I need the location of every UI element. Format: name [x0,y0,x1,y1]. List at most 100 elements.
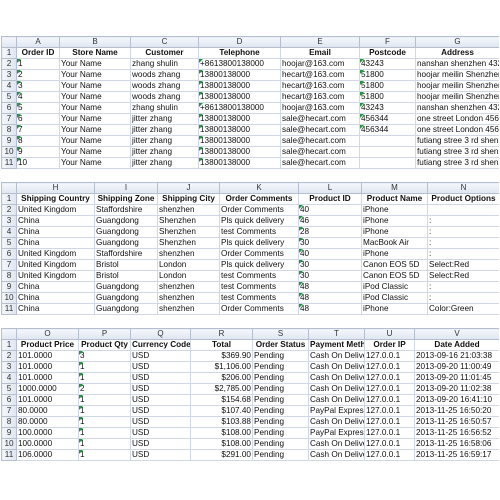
table-cell[interactable]: London [157,270,220,282]
row-number[interactable]: 2 [1,58,17,70]
table-cell[interactable]: USD [130,383,191,395]
row-number[interactable]: 2 [1,350,17,362]
row-number[interactable]: 1 [1,339,17,351]
table-cell[interactable]: Pls quick delivery [219,259,299,271]
table-cell[interactable]: 2 [78,383,131,395]
row-number[interactable]: 5 [1,237,17,249]
header-cell[interactable]: Shipping Country [16,193,95,205]
table-cell[interactable]: Your Name [59,91,131,103]
column-header-p[interactable]: P [78,328,131,340]
row-number[interactable]: 10 [1,292,17,304]
table-cell[interactable]: 2 [16,69,60,81]
table-cell[interactable]: Guangdong [94,237,158,249]
column-header-d[interactable]: D [198,36,281,48]
table-cell[interactable]: 30 [298,259,362,271]
table-cell[interactable]: Pending [252,350,309,362]
row-number[interactable]: 10 [1,438,17,450]
row-number[interactable]: 3 [1,69,17,81]
table-cell[interactable]: 48 [298,292,362,304]
table-cell[interactable]: shenzhen [157,303,220,315]
column-header-f[interactable]: F [359,36,416,48]
table-cell[interactable]: 8 [16,135,60,147]
table-cell[interactable]: 3 [78,350,131,362]
header-cell[interactable]: Product Price [16,339,79,351]
table-cell[interactable]: Pending [252,394,309,406]
table-cell[interactable]: 30 [298,237,362,249]
table-cell[interactable]: Your Name [59,157,131,169]
table-cell[interactable]: Bristol [94,259,158,271]
table-cell[interactable]: 13800138000 [198,146,281,158]
table-cell[interactable] [359,146,416,158]
table-cell[interactable]: 2013-11-25 16:50:20 [414,405,499,417]
table-cell[interactable]: 46 [298,215,362,227]
column-header-e[interactable]: E [280,36,360,48]
table-cell[interactable]: jitter zhang [130,157,199,169]
table-cell[interactable]: 2013-11-25 16:50:57 [414,416,499,428]
table-cell[interactable]: : [427,281,499,293]
table-cell[interactable]: Pls quick delivery [219,215,299,227]
header-cell[interactable]: Email [280,47,360,59]
table-cell[interactable]: $107.40 [190,405,253,417]
table-cell[interactable]: one street London 456344 Bri [415,124,499,136]
table-cell[interactable]: 127.0.0.1 [364,361,415,373]
table-cell[interactable]: 40 [298,248,362,260]
table-cell[interactable]: Shenzhen [157,226,220,238]
table-cell[interactable]: 6 [16,113,60,125]
table-cell[interactable]: 1 [78,438,131,450]
column-header-j[interactable]: J [157,182,220,194]
table-cell[interactable]: 127.0.0.1 [364,438,415,450]
table-cell[interactable]: 2013-11-25 16:56:52 [414,427,499,439]
table-cell[interactable]: Your Name [59,135,131,147]
table-cell[interactable]: USD [130,449,191,461]
header-cell[interactable]: Store Name [59,47,131,59]
table-cell[interactable]: 13800138000 [198,113,281,125]
row-number[interactable]: 1 [1,47,17,59]
table-cell[interactable]: China [16,215,95,227]
table-cell[interactable]: 1 [78,372,131,384]
table-cell[interactable]: 2013-09-20 11:01:45 [414,372,499,384]
table-cell[interactable]: 101.0000 [16,361,79,373]
table-cell[interactable]: Pending [252,383,309,395]
table-cell[interactable]: 5 [16,102,60,114]
table-cell[interactable]: one street London 456344 Bri [415,113,499,125]
row-number[interactable]: 9 [1,135,17,147]
table-cell[interactable]: sale@hecart.com [280,157,360,169]
table-cell[interactable]: jitter zhang [130,124,199,136]
table-cell[interactable]: 10 [16,157,60,169]
table-cell[interactable]: hecart@163.com [280,69,360,81]
row-number[interactable]: 9 [1,427,17,439]
table-cell[interactable]: 1 [78,416,131,428]
row-number[interactable]: 4 [1,226,17,238]
table-cell[interactable]: : [427,292,499,304]
header-cell[interactable]: Shipping Zone [94,193,158,205]
table-cell[interactable]: : [427,248,499,260]
row-number[interactable]: 11 [1,303,17,315]
table-cell[interactable]: Guangdong [94,215,158,227]
table-cell[interactable]: Your Name [59,146,131,158]
table-cell[interactable]: Cash On Delive [308,350,365,362]
table-cell[interactable]: 101.0000 [16,372,79,384]
table-cell[interactable]: futiang stree 3 rd shenzhen G [415,146,499,158]
table-cell[interactable]: Staffordshire [94,248,158,260]
table-cell[interactable]: USD [130,416,191,428]
table-cell[interactable]: Cash On Delive [308,361,365,373]
header-cell[interactable]: Shipping City [157,193,220,205]
table-cell[interactable]: $103.88 [190,416,253,428]
table-cell[interactable]: USD [130,361,191,373]
header-cell[interactable]: Total [190,339,253,351]
row-number[interactable]: 7 [1,113,17,125]
table-cell[interactable]: $291.00 [190,449,253,461]
select-all-corner[interactable] [1,36,17,48]
table-cell[interactable]: nanshan shenzhen 43243 Sta [415,102,499,114]
table-cell[interactable]: China [16,226,95,238]
table-cell[interactable]: 1 [78,405,131,417]
column-header-l[interactable]: L [298,182,362,194]
table-cell[interactable]: Guangdong [94,226,158,238]
table-cell[interactable]: $206.00 [190,372,253,384]
table-cell[interactable]: Cash On Delive [308,394,365,406]
table-cell[interactable]: China [16,237,95,249]
table-cell[interactable]: $108.00 [190,438,253,450]
table-cell[interactable]: 40 [298,204,362,216]
header-cell[interactable]: Product Qty [78,339,131,351]
table-cell[interactable]: USD [130,438,191,450]
